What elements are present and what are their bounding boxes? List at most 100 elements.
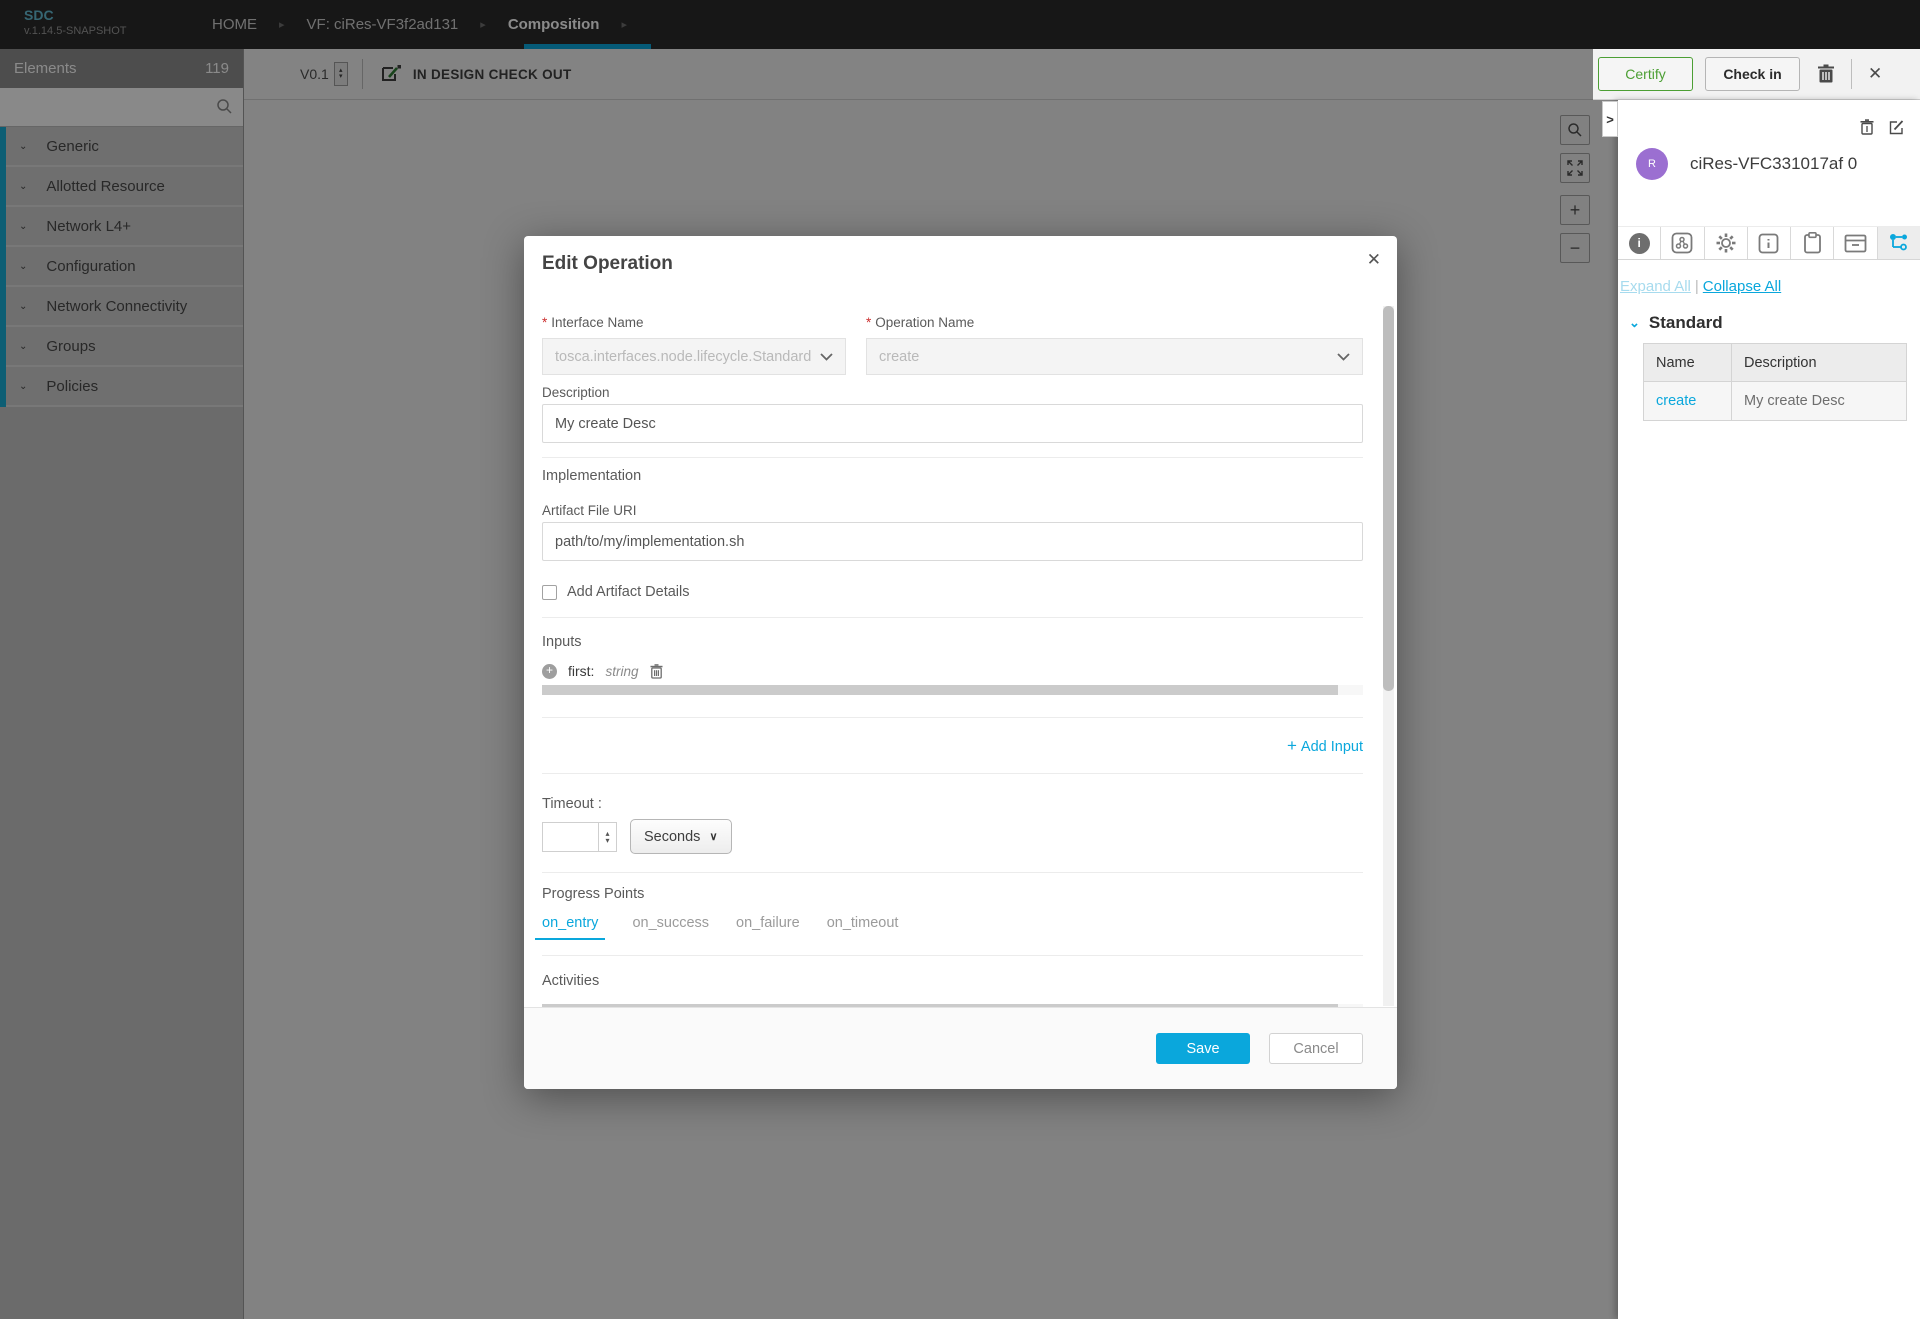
delete-button[interactable] xyxy=(1817,64,1835,84)
expand-input-icon[interactable]: + xyxy=(542,664,557,679)
add-input-button[interactable]: +Add Input xyxy=(1287,739,1363,755)
timeout-number-field: ▴ ▾ xyxy=(542,822,617,852)
toolbar-divider xyxy=(1851,59,1852,89)
operation-description-cell: My create Desc xyxy=(1732,393,1906,409)
modal-body: *Interface Name tosca.interfaces.node.li… xyxy=(524,306,1397,1007)
chevron-down-icon: ⌄ xyxy=(1629,315,1640,331)
divider xyxy=(542,717,1363,718)
operation-name-value: create xyxy=(879,349,919,365)
panel-tab-bar: i xyxy=(1618,226,1920,260)
workflow-icon xyxy=(1888,233,1910,253)
required-asterisk: * xyxy=(542,315,547,330)
divider xyxy=(542,773,1363,774)
description-label: Description xyxy=(542,385,1363,400)
tab-information[interactable]: i xyxy=(1618,227,1661,259)
operation-create-link[interactable]: create xyxy=(1656,393,1696,409)
add-artifact-checkbox[interactable] xyxy=(542,585,557,600)
collapse-all-link[interactable]: Collapse All xyxy=(1703,278,1781,295)
divider xyxy=(542,872,1363,873)
interface-name-value: tosca.interfaces.node.lifecycle.Standard xyxy=(555,349,811,365)
close-icon[interactable]: ✕ xyxy=(1367,250,1381,270)
cancel-button[interactable]: Cancel xyxy=(1269,1033,1363,1064)
timeout-row: ▴ ▾ Seconds ∨ xyxy=(542,819,1363,854)
delete-input-button[interactable] xyxy=(650,664,663,679)
info-icon: i xyxy=(1629,233,1650,254)
panel-actions xyxy=(1860,119,1904,135)
plus-icon: + xyxy=(1287,736,1297,755)
table-header-row: Name Description xyxy=(1644,344,1906,382)
spinner-down-icon: ▾ xyxy=(605,837,609,844)
edit-operation-modal: Edit Operation ✕ *Interface Name tosca.i… xyxy=(524,236,1397,1089)
operation-name-label: *Operation Name xyxy=(866,315,1363,330)
add-artifact-label: Add Artifact Details xyxy=(567,584,690,600)
activities-heading: Activities xyxy=(542,973,1363,989)
tab-on-failure[interactable]: on_failure xyxy=(736,915,800,940)
chevron-down-icon xyxy=(820,353,833,361)
add-artifact-details-row: Add Artifact Details xyxy=(542,584,1363,600)
save-button[interactable]: Save xyxy=(1156,1033,1250,1064)
scrollbar-thumb[interactable] xyxy=(542,685,1338,695)
description-input[interactable] xyxy=(542,404,1363,443)
avatar: R xyxy=(1636,148,1668,180)
tab-on-timeout[interactable]: on_timeout xyxy=(827,915,899,940)
description-column-header: Description xyxy=(1732,355,1906,371)
check-in-button[interactable]: Check in xyxy=(1705,57,1800,91)
edit-icon xyxy=(1889,119,1904,135)
divider xyxy=(542,955,1363,956)
divider xyxy=(542,457,1363,458)
operations-table: Name Description create My create Desc xyxy=(1643,343,1907,421)
progress-points-heading: Progress Points xyxy=(542,886,1363,902)
number-spinner[interactable]: ▴ ▾ xyxy=(598,823,616,851)
table-row: create My create Desc xyxy=(1644,382,1906,420)
trash-icon xyxy=(1860,119,1874,135)
info-square-icon xyxy=(1758,233,1779,254)
archive-icon xyxy=(1844,234,1867,253)
inputs-heading: Inputs xyxy=(542,634,1363,650)
close-composition-button[interactable]: ✕ xyxy=(1868,64,1882,84)
tab-artifacts[interactable] xyxy=(1791,227,1834,259)
chevron-down-icon: ∨ xyxy=(709,830,717,843)
implementation-heading: Implementation xyxy=(542,468,1363,484)
component-name: ciRes-VFC331017af 0 xyxy=(1690,154,1857,174)
section-title: Standard xyxy=(1649,313,1723,333)
artifact-file-uri-input[interactable] xyxy=(542,522,1363,561)
delete-component-button[interactable] xyxy=(1860,119,1874,135)
scrollbar-thumb[interactable] xyxy=(1383,306,1394,691)
certify-button[interactable]: Certify xyxy=(1598,57,1693,91)
component-details-panel: R ciRes-VFC331017af 0 i Expand All|Colla… xyxy=(1618,100,1920,1319)
progress-points-tabs: on_entry on_success on_failure on_timeou… xyxy=(542,915,1363,940)
expand-all-link[interactable]: Expand All xyxy=(1620,278,1691,295)
edit-component-button[interactable] xyxy=(1889,119,1904,135)
gear-icon xyxy=(1714,231,1738,255)
timeout-unit-dropdown[interactable]: Seconds ∨ xyxy=(630,819,732,854)
input-parameter-row: + first: string xyxy=(542,663,1363,679)
name-column-header: Name xyxy=(1644,344,1732,381)
artifact-file-uri-label: Artifact File URI xyxy=(542,503,1363,518)
tab-details[interactable] xyxy=(1748,227,1791,259)
interface-name-label: *Interface Name xyxy=(542,315,846,330)
inputs-horizontal-scrollbar[interactable] xyxy=(542,685,1363,695)
modal-vertical-scrollbar[interactable] xyxy=(1383,306,1394,1006)
interface-name-select[interactable]: tosca.interfaces.node.lifecycle.Standard xyxy=(542,338,846,375)
tab-composition[interactable] xyxy=(1661,227,1704,259)
operation-name-select[interactable]: create xyxy=(866,338,1363,375)
timeout-label: Timeout : xyxy=(542,796,1363,812)
component-title-row: R ciRes-VFC331017af 0 xyxy=(1636,148,1857,180)
interface-section-header[interactable]: ⌄ Standard xyxy=(1629,313,1723,333)
timeout-input[interactable] xyxy=(543,823,598,851)
modal-footer: Save Cancel xyxy=(524,1007,1397,1089)
chevron-down-icon xyxy=(1337,353,1350,361)
trash-icon xyxy=(1817,64,1835,84)
required-asterisk: * xyxy=(866,315,871,330)
tab-deployment[interactable] xyxy=(1834,227,1877,259)
tab-settings[interactable] xyxy=(1705,227,1748,259)
panel-collapse-button[interactable]: > xyxy=(1602,101,1618,137)
trash-icon xyxy=(650,664,663,679)
tab-operations[interactable] xyxy=(1878,227,1920,259)
clipboard-icon xyxy=(1803,232,1822,254)
composition-icon xyxy=(1671,232,1693,254)
add-input-row: +Add Input xyxy=(542,736,1363,756)
divider xyxy=(542,617,1363,618)
tab-on-entry[interactable]: on_entry xyxy=(535,915,605,940)
tab-on-success[interactable]: on_success xyxy=(632,915,709,940)
